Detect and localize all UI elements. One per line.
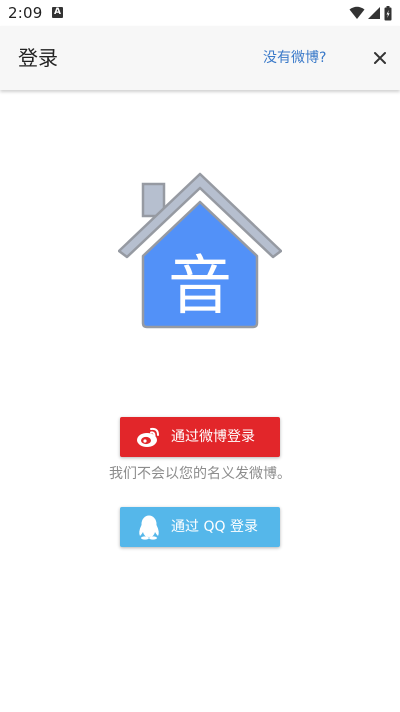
qq-login-label: 通过 QQ 登录	[171, 519, 258, 535]
status-bar: 2:09 A	[0, 0, 400, 26]
weibo-login-button[interactable]: 通过微博登录	[120, 417, 280, 457]
close-button[interactable]	[370, 48, 390, 68]
qq-penguin-icon	[139, 515, 159, 540]
cellular-signal-icon	[368, 7, 380, 19]
page-title: 登录	[18, 46, 58, 70]
notification-a-icon: A	[52, 7, 63, 18]
no-weibo-account-link[interactable]: 没有微博?	[263, 49, 326, 67]
app-logo: 音	[118, 172, 282, 329]
logo-glyph: 音	[168, 250, 232, 324]
close-icon	[374, 52, 386, 64]
status-time: 2:09	[8, 4, 43, 22]
wifi-icon	[349, 6, 365, 19]
no-post-notice: 我们不会以您的名义发微博。	[109, 466, 291, 482]
weibo-icon	[137, 427, 159, 447]
qq-login-button[interactable]: 通过 QQ 登录	[120, 507, 280, 547]
status-indicators	[349, 5, 392, 21]
app-bar: 登录 没有微博?	[0, 26, 400, 90]
weibo-login-label: 通过微博登录	[171, 429, 255, 445]
battery-icon	[384, 5, 392, 20]
